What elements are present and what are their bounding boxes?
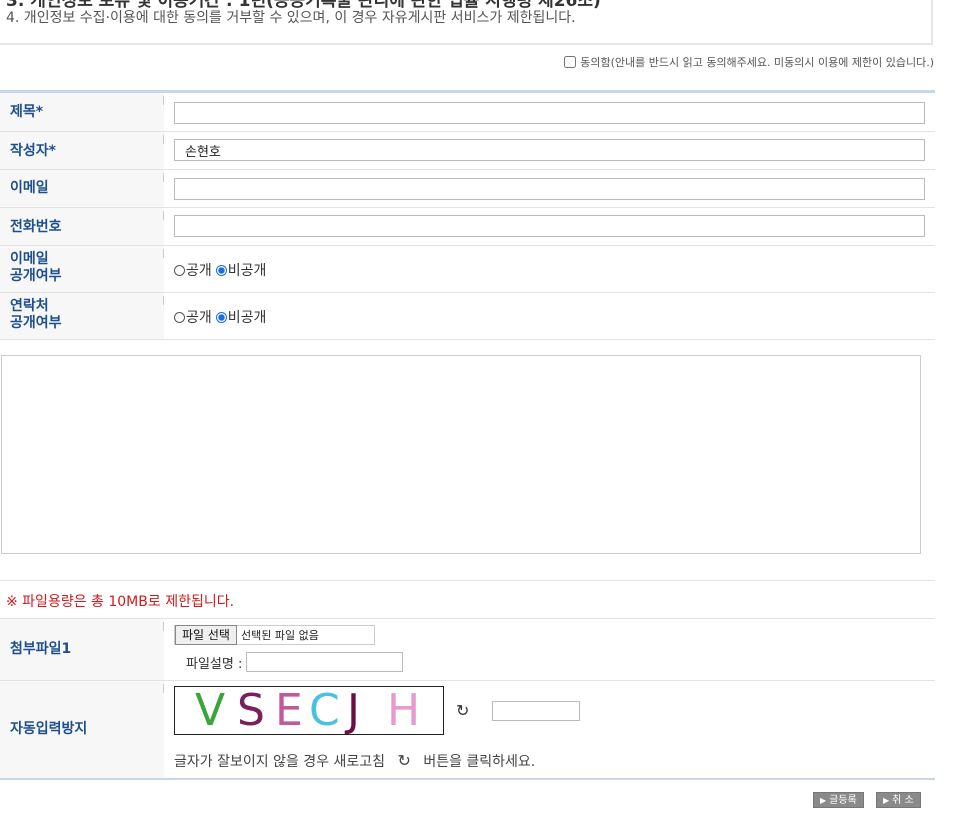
captcha-letter: E bbox=[275, 685, 303, 736]
cell-separator bbox=[163, 173, 164, 182]
title-label-cell: 제목* bbox=[0, 93, 164, 131]
captcha-letter: S bbox=[237, 685, 265, 736]
attachment-label: 첨부파일1 bbox=[10, 641, 72, 657]
file-description-input[interactable] bbox=[246, 652, 404, 672]
author-input[interactable] bbox=[174, 139, 925, 161]
email-public-label-line2: 공개여부 bbox=[10, 268, 62, 284]
email-public-label-line1: 이메일 bbox=[10, 251, 49, 267]
contact-public-label-line1: 연락처 bbox=[10, 298, 49, 314]
cancel-button[interactable]: ▶ 취 소 bbox=[876, 792, 921, 808]
phone-label-cell: 전화번호 bbox=[0, 208, 164, 245]
cell-separator bbox=[163, 96, 164, 105]
email-public-radio-group: 공개 비공개 bbox=[174, 260, 266, 280]
cell-separator bbox=[163, 684, 164, 693]
captcha-letter: V bbox=[195, 685, 226, 736]
file-limit-row bbox=[0, 581, 935, 619]
email-public-radio[interactable] bbox=[174, 264, 185, 276]
captcha-help-after: 버튼을 클릭하세요. bbox=[423, 754, 536, 770]
contact-private-option-label[interactable]: 비공개 bbox=[228, 307, 267, 327]
submit-button[interactable]: ▶ 글등록 bbox=[813, 792, 864, 808]
cell-separator bbox=[163, 135, 164, 144]
cancel-button-label: 취 소 bbox=[892, 795, 914, 806]
email-label: 이메일 bbox=[10, 180, 49, 196]
notice-refusal-text: 4. 개인정보 수집·이용에 대한 동의를 거부할 수 있으며, 이 경우 자유… bbox=[6, 10, 576, 26]
arrow-right-icon: ▶ bbox=[820, 796, 827, 805]
submit-button-label: 글등록 bbox=[829, 795, 857, 806]
captcha-letter: H bbox=[387, 685, 421, 736]
cell-separator bbox=[163, 622, 164, 631]
contact-private-radio[interactable] bbox=[215, 311, 227, 323]
agree-checkbox-group[interactable]: 동의함(안내를 반드시 읽고 동의해주세요. 미동의시 이용에 제한이 있습니다… bbox=[564, 54, 934, 70]
captcha-image: V S E C J H bbox=[174, 686, 444, 735]
refresh-icon[interactable]: ↻ bbox=[456, 701, 469, 720]
contact-public-radio-group: 공개 비공개 bbox=[174, 307, 266, 327]
cell-separator bbox=[163, 296, 164, 305]
captcha-letter: C bbox=[309, 685, 340, 736]
contact-public-radio[interactable] bbox=[174, 311, 185, 323]
author-label: 작성자* bbox=[10, 143, 56, 159]
title-input[interactable] bbox=[174, 101, 925, 124]
title-label: 제목* bbox=[10, 104, 44, 120]
author-label-cell: 작성자* bbox=[0, 132, 164, 169]
captcha-label-cell: 자동입력방지 bbox=[0, 681, 164, 778]
captcha-help-text: 글자가 잘보이지 않을 경우 새로고침 ↻ 버튼을 클릭하세요. bbox=[174, 751, 535, 771]
email-row: 이메일 bbox=[0, 170, 935, 208]
email-public-row: 이메일 공개여부 공개 비공개 bbox=[0, 246, 935, 293]
arrow-right-icon: ▶ bbox=[883, 796, 890, 805]
form-bottom-divider bbox=[0, 778, 935, 780]
captcha-letter: J bbox=[347, 685, 360, 736]
author-row: 작성자* bbox=[0, 132, 935, 170]
agree-label: 동의함(안내를 반드시 읽고 동의해주세요. 미동의시 이용에 제한이 있습니다… bbox=[580, 56, 934, 69]
content-editor[interactable] bbox=[1, 355, 921, 554]
title-row: 제목* bbox=[0, 93, 935, 132]
file-description-label: 파일설명 : bbox=[186, 656, 243, 672]
phone-row: 전화번호 bbox=[0, 208, 935, 246]
file-description-group: 파일설명 : bbox=[186, 652, 404, 672]
contact-public-label-line2: 공개여부 bbox=[10, 315, 62, 331]
email-input[interactable] bbox=[174, 177, 925, 200]
choose-file-button[interactable]: 파일 선택 bbox=[175, 625, 237, 645]
captcha-label: 자동입력방지 bbox=[10, 721, 88, 737]
attachment-label-cell: 첨부파일1 bbox=[0, 619, 164, 680]
agree-checkbox[interactable] bbox=[564, 56, 577, 68]
refresh-icon[interactable]: ↻ bbox=[397, 751, 410, 770]
phone-label: 전화번호 bbox=[10, 219, 62, 235]
contact-public-row: 연락처 공개여부 공개 비공개 bbox=[0, 293, 935, 340]
contact-public-label-cell: 연락처 공개여부 bbox=[0, 293, 164, 339]
file-picker[interactable]: 파일 선택 선택된 파일 없음 bbox=[174, 625, 375, 645]
cell-separator bbox=[163, 249, 164, 258]
cell-separator bbox=[163, 211, 164, 220]
email-label-cell: 이메일 bbox=[0, 170, 164, 207]
email-private-radio[interactable] bbox=[215, 264, 227, 276]
email-public-label-cell: 이메일 공개여부 bbox=[0, 246, 164, 292]
captcha-help-before: 글자가 잘보이지 않을 경우 새로고침 bbox=[174, 754, 385, 770]
contact-public-option-label[interactable]: 공개 bbox=[186, 307, 212, 327]
email-private-option-label[interactable]: 비공개 bbox=[228, 260, 267, 280]
captcha-input[interactable] bbox=[492, 701, 580, 721]
phone-input[interactable] bbox=[174, 214, 925, 237]
no-file-text: 선택된 파일 없음 bbox=[240, 629, 319, 642]
email-public-option-label[interactable]: 공개 bbox=[186, 260, 212, 280]
editor-bottom-divider bbox=[0, 555, 935, 581]
attachment-row: 첨부파일1 파일 선택 선택된 파일 없음 파일설명 : bbox=[0, 619, 935, 681]
privacy-notice-box: 3. 개인정보 보유 및 이용기간 : 1년(공공기록물 관리에 관한 법률 시… bbox=[0, 0, 933, 45]
